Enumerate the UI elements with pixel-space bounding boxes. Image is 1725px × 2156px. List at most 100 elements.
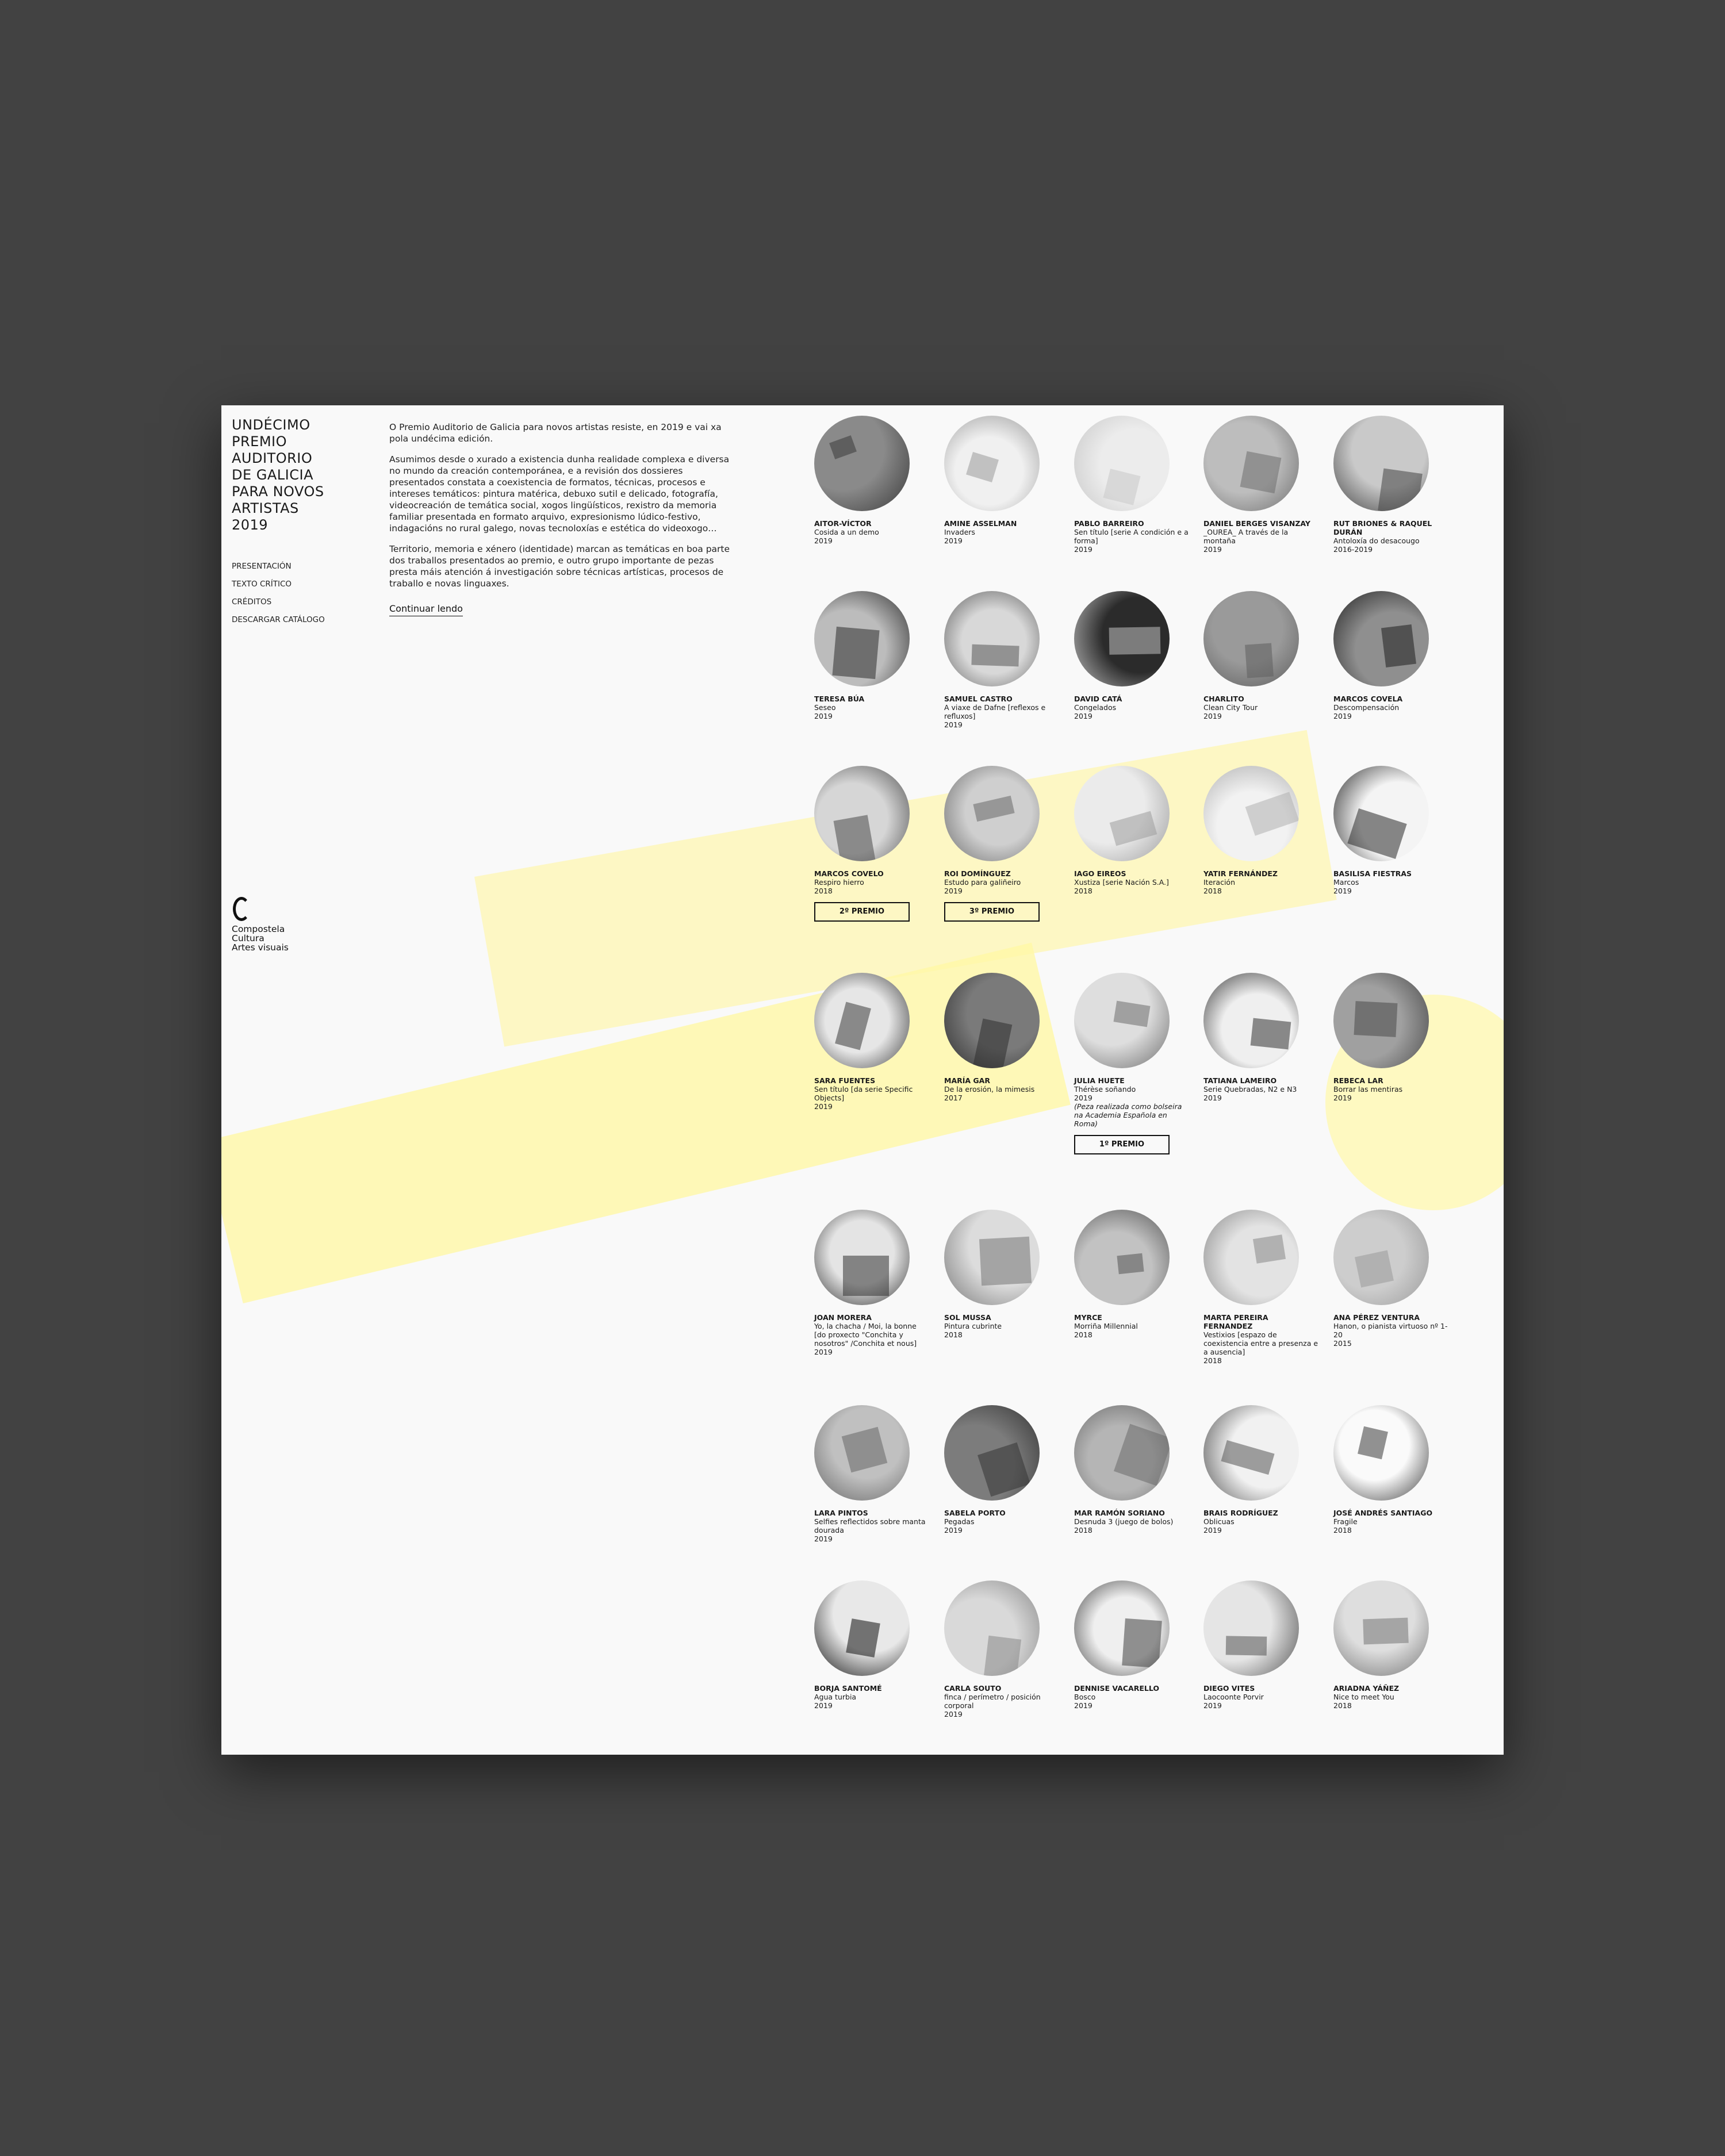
- artist-card[interactable]: JOSÉ ANDRÉS SANTIAGO Fragile 2018: [1333, 1405, 1448, 1534]
- artist-card[interactable]: YATIR FERNÁNDEZ Iteración 2018: [1203, 766, 1318, 895]
- artist-card[interactable]: CARLA SOUTO finca / perímetro / posición …: [944, 1580, 1059, 1718]
- artist-card[interactable]: DIEGO VITES Laocoonte Porvir 2019: [1203, 1580, 1318, 1710]
- artwork-thumbnail[interactable]: [944, 766, 1040, 861]
- artwork-thumbnail[interactable]: [814, 973, 910, 1068]
- artist-card[interactable]: MARCOS COVELO Respiro hierro 2018 2º PREMIO: [814, 766, 929, 922]
- artwork-thumbnail[interactable]: [1333, 1580, 1429, 1676]
- continue-reading-link[interactable]: Continuar lendo: [389, 603, 463, 616]
- artwork-thumbnail[interactable]: [1203, 591, 1299, 686]
- artwork-thumbnail[interactable]: [1074, 973, 1170, 1068]
- prize-badge-button[interactable]: 3º PREMIO: [944, 902, 1040, 922]
- artwork-thumbnail[interactable]: [814, 1210, 910, 1305]
- artist-name: MARTA PEREIRA FERNANDEZ: [1203, 1313, 1268, 1330]
- artist-card[interactable]: RUT BRIONES & RAQUEL DURÁN Antoloxía do d…: [1333, 416, 1448, 554]
- intro-text: O Premio Auditorio de Galicia para novos…: [389, 421, 740, 616]
- artist-card[interactable]: LARA PINTOS Selfies reflectidos sobre man…: [814, 1405, 929, 1543]
- artwork-thumbnail[interactable]: [814, 591, 910, 686]
- artwork-thumbnail[interactable]: [1203, 766, 1299, 861]
- artist-card[interactable]: SARA FUENTES Sen título [da serie Specifi…: [814, 973, 929, 1111]
- artist-card[interactable]: DAVID CATÁ Congelados 2019: [1074, 591, 1189, 720]
- logo-line: Compostela: [232, 924, 285, 934]
- artwork-thumbnail[interactable]: [944, 1580, 1040, 1676]
- artist-name: BASILISA FIESTRAS: [1333, 869, 1412, 878]
- artist-name: RUT BRIONES & RAQUEL DURÁN: [1333, 519, 1432, 536]
- artwork-year: 2018: [1203, 887, 1222, 895]
- artwork-thumbnail[interactable]: [944, 416, 1040, 511]
- artist-card[interactable]: TATIANA LAMEIRO Serie Quebradas, N2 e N3 2…: [1203, 973, 1318, 1102]
- artist-name: DAVID CATÁ: [1074, 695, 1122, 703]
- artwork-year: 2019: [1203, 1526, 1222, 1534]
- page-canvas: UNDÉCIMO PREMIO AUDITORIO DE GALICIA PAR…: [221, 405, 1504, 1755]
- artist-card[interactable]: CHARLITO Clean City Tour 2019: [1203, 591, 1318, 720]
- nav-item-presentacion[interactable]: PRESENTACIÓN: [232, 562, 325, 571]
- artwork-note: (Peza realizada como bolseira na Academi…: [1074, 1102, 1182, 1128]
- artwork-year: 2019: [944, 1710, 963, 1718]
- artwork-thumbnail[interactable]: [944, 1405, 1040, 1501]
- nav-item-texto-critico[interactable]: TEXTO CRÍTICO: [232, 580, 325, 589]
- artwork-thumbnail[interactable]: [1074, 1580, 1170, 1676]
- artwork-thumbnail[interactable]: [1203, 1405, 1299, 1501]
- artwork-thumbnail[interactable]: [1333, 591, 1429, 686]
- artwork-thumbnail[interactable]: [944, 1210, 1040, 1305]
- artist-card[interactable]: MARCOS COVELA Descompensación 2019: [1333, 591, 1448, 720]
- artist-card[interactable]: MAR RAMÓN SORIANO Desnuda 3 (juego de bol…: [1074, 1405, 1189, 1534]
- artwork-thumbnail[interactable]: [1333, 1210, 1429, 1305]
- artwork-thumbnail[interactable]: [1333, 416, 1429, 511]
- artwork-year: 2019: [1333, 1094, 1352, 1102]
- artwork-thumbnail[interactable]: [814, 766, 910, 861]
- artwork-thumbnail[interactable]: [1074, 591, 1170, 686]
- artwork-thumbnail[interactable]: [1333, 1405, 1429, 1501]
- artwork-thumbnail[interactable]: [1333, 766, 1429, 861]
- artwork-title: Invaders: [944, 528, 975, 536]
- artwork-thumbnail[interactable]: [1074, 416, 1170, 511]
- artwork-thumbnail[interactable]: [814, 416, 910, 511]
- artist-name: DIEGO VITES: [1203, 1684, 1255, 1693]
- artwork-year: 2018: [1074, 1526, 1092, 1534]
- artist-card[interactable]: PABLO BARREIRO Sen título [serie A condic…: [1074, 416, 1189, 554]
- artwork-thumbnail[interactable]: [1074, 766, 1170, 861]
- artwork-thumbnail[interactable]: [1333, 973, 1429, 1068]
- artwork-title: Laocoonte Porvir: [1203, 1693, 1264, 1701]
- artist-card[interactable]: MARTA PEREIRA FERNANDEZ Vestixios [espazo…: [1203, 1210, 1318, 1365]
- artwork-thumbnail[interactable]: [1203, 973, 1299, 1068]
- artwork-thumbnail[interactable]: [1203, 416, 1299, 511]
- artist-card[interactable]: MARÍA GAR De la erosión, la mimesis 2017: [944, 973, 1059, 1102]
- compostela-cultura-logo[interactable]: Compostela Cultura Artes visuais: [232, 896, 289, 952]
- artwork-thumbnail[interactable]: [1074, 1405, 1170, 1501]
- nav-item-creditos[interactable]: CRÉDITOS: [232, 597, 325, 607]
- artist-card[interactable]: ARIADNA YÁÑEZ Nice to meet You 2018: [1333, 1580, 1448, 1710]
- artist-card[interactable]: MYRCE Morriña Millennial 2018: [1074, 1210, 1189, 1339]
- artwork-thumbnail[interactable]: [944, 591, 1040, 686]
- artwork-year: 2019: [1203, 1701, 1222, 1710]
- artist-card[interactable]: ANA PÉREZ VENTURA Hanon, o pianista virtu…: [1333, 1210, 1448, 1348]
- artist-card[interactable]: DENNISE VACARELLO Bosco 2019: [1074, 1580, 1189, 1710]
- artwork-year: 2019: [1074, 712, 1092, 720]
- artwork-thumbnail[interactable]: [1203, 1580, 1299, 1676]
- artist-card[interactable]: AMINE ASSELMAN Invaders 2019: [944, 416, 1059, 545]
- artist-card[interactable]: BRAIS RODRÍGUEZ Oblicuas 2019: [1203, 1405, 1318, 1534]
- artist-card[interactable]: IAGO EIREOS Xustiza [serie Nación S.A.] 20…: [1074, 766, 1189, 895]
- artist-card[interactable]: SABELA PORTO Pegadas 2019: [944, 1405, 1059, 1534]
- artist-card[interactable]: DANIEL BERGES VISANZAY _OUREA_ A través d…: [1203, 416, 1318, 554]
- artist-card[interactable]: SOL MUSSA Pintura cubrinte 2018: [944, 1210, 1059, 1339]
- artist-card[interactable]: BORJA SANTOMÉ Agua turbia 2019: [814, 1580, 929, 1710]
- prize-badge-button[interactable]: 2º PREMIO: [814, 902, 910, 922]
- logo-c-mark-icon: [232, 896, 254, 924]
- artwork-title: Estudo para galiñeiro: [944, 878, 1021, 887]
- artist-card[interactable]: JULIA HUETE Thérèse soñando 2019 (Peza real…: [1074, 973, 1189, 1154]
- artwork-thumbnail[interactable]: [1074, 1210, 1170, 1305]
- artwork-thumbnail[interactable]: [814, 1580, 910, 1676]
- artist-card[interactable]: REBECA LAR Borrar las mentiras 2019: [1333, 973, 1448, 1102]
- artwork-year: 2019: [1333, 712, 1352, 720]
- prize-badge-button[interactable]: 1º PREMIO: [1074, 1135, 1170, 1154]
- artist-card[interactable]: TERESA BÚA Seseo 2019: [814, 591, 929, 720]
- artwork-thumbnail[interactable]: [944, 973, 1040, 1068]
- artist-card[interactable]: AITOR-VÍCTOR Cosida a un demo 2019: [814, 416, 929, 545]
- artist-card[interactable]: JOAN MORERA Yo, la chacha / Moi, la bonne…: [814, 1210, 929, 1356]
- artist-card[interactable]: ROI DOMÍNGUEZ Estudo para galiñeiro 2019 3º…: [944, 766, 1059, 922]
- artwork-thumbnail[interactable]: [814, 1405, 910, 1501]
- artist-card[interactable]: BASILISA FIESTRAS Marcos 2019: [1333, 766, 1448, 895]
- artist-card[interactable]: SAMUEL CASTRO A viaxe de Dafne [reflexos …: [944, 591, 1059, 729]
- nav-item-descargar-catalogo[interactable]: DESCARGAR CATÁLOGO: [232, 615, 325, 624]
- artwork-thumbnail[interactable]: [1203, 1210, 1299, 1305]
